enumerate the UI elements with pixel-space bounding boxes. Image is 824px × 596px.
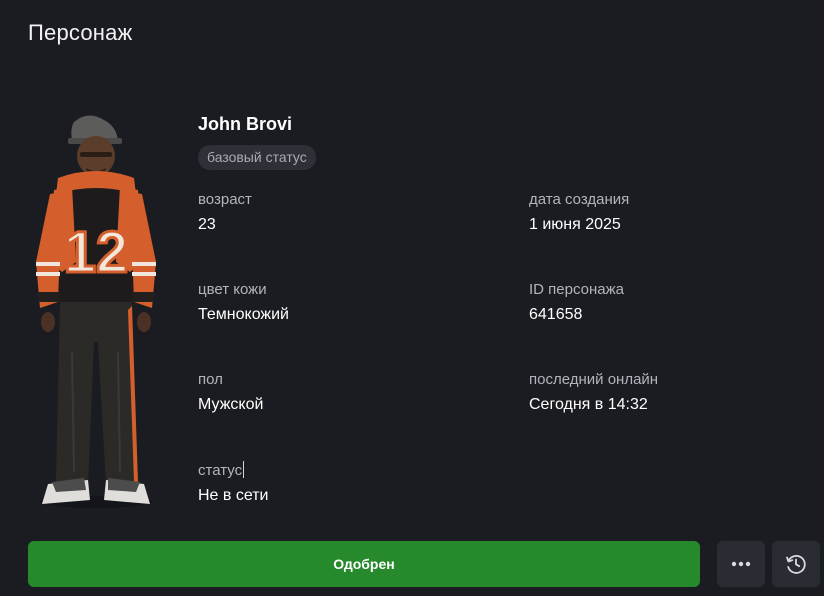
gender-value: Мужской xyxy=(198,396,264,413)
id-value: 641658 xyxy=(529,306,583,323)
id-label: ID персонажа xyxy=(529,281,624,298)
age-field: возраст 23 xyxy=(198,191,252,235)
id-field: ID персонажа 641658 xyxy=(529,281,624,325)
status-label-row: статус xyxy=(198,461,268,480)
approve-button[interactable]: Одобрен xyxy=(28,541,700,587)
age-value: 23 xyxy=(198,216,216,233)
character-panel: Персонаж 12 John Brovi базовый статус во… xyxy=(0,0,824,596)
last-online-field: последний онлайн Сегодня в 14:32 xyxy=(529,371,658,415)
page-title: Персонаж xyxy=(28,20,133,45)
age-label: возраст xyxy=(198,191,252,208)
created-label: дата создания xyxy=(529,191,630,208)
jersey-number: 12 xyxy=(64,220,129,285)
history-clock-icon xyxy=(786,555,806,574)
status-label: статус xyxy=(198,462,243,479)
last-online-value: Сегодня в 14:32 xyxy=(529,396,648,413)
status-field: статус Не в сети xyxy=(198,461,268,506)
more-button[interactable] xyxy=(717,541,765,587)
created-field: дата создания 1 июня 2025 xyxy=(529,191,629,235)
skin-value: Темнокожий xyxy=(198,306,289,323)
gender-label: пол xyxy=(198,371,223,388)
skin-label: цвет кожи xyxy=(198,281,267,298)
status-badge: базовый статус xyxy=(198,145,316,170)
status-value: Не в сети xyxy=(198,487,269,504)
more-horizontal-icon xyxy=(731,561,751,567)
history-button[interactable] xyxy=(772,541,820,587)
gender-field: пол Мужской xyxy=(198,371,263,415)
text-caret xyxy=(243,461,245,478)
last-online-label: последний онлайн xyxy=(529,371,659,388)
created-value: 1 июня 2025 xyxy=(529,216,621,233)
character-name: John Brovi xyxy=(198,114,293,134)
skin-field: цвет кожи Темнокожий xyxy=(198,281,289,325)
character-skin-icon: 12 xyxy=(36,115,156,508)
